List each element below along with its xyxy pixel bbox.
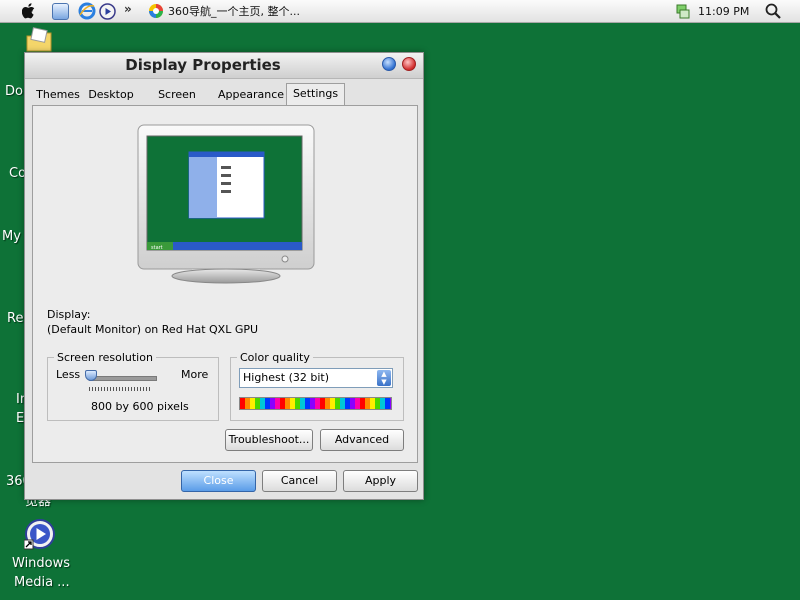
resolution-less-label: Less	[56, 368, 81, 381]
color-quality-legend: Color quality	[240, 351, 310, 364]
tab-desktop[interactable]: Desktop	[86, 85, 136, 105]
screen-resolution-legend: Screen resolution	[57, 351, 153, 364]
resolution-slider-ticks	[89, 387, 151, 391]
window-title: Display Properties	[125, 56, 281, 74]
desktop-icon-windows-media[interactable]	[23, 518, 56, 550]
network-tray-icon[interactable]	[676, 3, 690, 19]
media-player-quicklaunch-icon[interactable]	[99, 2, 116, 20]
display-label: Display:	[47, 308, 91, 321]
desktop-icon-label[interactable]: Re	[7, 311, 23, 327]
show-desktop-icon[interactable]	[52, 2, 69, 20]
taskbar-item-360[interactable]: 360导航_一个主页, 整个...	[148, 2, 300, 20]
desktop-icon-label[interactable]: My	[2, 229, 21, 245]
color-spectrum-bar	[239, 397, 392, 410]
dropdown-arrow-icon[interactable]: ▲ ▼	[377, 370, 391, 386]
media-player-icon	[23, 519, 55, 550]
display-device: (Default Monitor) on Red Hat QXL GPU	[47, 323, 259, 336]
desktop-icon-label[interactable]: Do	[5, 84, 23, 100]
browser-360-icon	[149, 4, 163, 18]
preview-start-label: start	[151, 245, 163, 251]
title-bar[interactable]: Display Properties	[25, 53, 423, 79]
apply-button[interactable]: Apply	[343, 470, 418, 492]
tab-themes[interactable]: Themes	[35, 85, 81, 105]
desktop-icon-label[interactable]: Media ...	[14, 575, 70, 591]
apple-menu-icon[interactable]	[20, 2, 38, 20]
spotlight-search-icon[interactable]	[764, 2, 782, 20]
resolution-slider-track[interactable]	[89, 376, 157, 381]
troubleshoot-button[interactable]: Troubleshoot...	[225, 429, 313, 451]
color-quality-selected: Highest (32 bit)	[243, 371, 330, 384]
resolution-more-label: More	[181, 368, 209, 381]
close-button[interactable]: Close	[181, 470, 256, 492]
display-properties-window: Display Properties Themes Desktop Screen…	[24, 52, 424, 500]
close-window-button[interactable]	[402, 57, 416, 71]
desktop-icon-label[interactable]: Windows	[12, 556, 70, 572]
tab-appearance[interactable]: Appearance	[218, 85, 284, 105]
monitor-preview: start	[137, 124, 315, 284]
clock-time[interactable]: 11:09 PM	[698, 5, 749, 18]
cancel-button[interactable]: Cancel	[262, 470, 337, 492]
color-quality-select[interactable]: Highest (32 bit) ▲ ▼	[239, 368, 393, 388]
taskbar-item-label: 360导航_一个主页, 整个...	[168, 5, 300, 18]
desktop-icon-label[interactable]: E	[16, 411, 24, 427]
clock-area: 11:09 PM	[676, 2, 749, 20]
tab-screen-saver[interactable]: Screen Saver	[142, 85, 212, 121]
overflow-chevron[interactable]: »	[124, 0, 132, 18]
top-menu-bar: » 360导航_一个主页, 整个... 11:09 PM	[0, 0, 800, 23]
advanced-button[interactable]: Advanced	[320, 429, 404, 451]
resolution-value: 800 by 600 pixels	[91, 400, 189, 413]
internet-explorer-icon[interactable]	[78, 2, 96, 20]
minimize-button[interactable]	[382, 57, 396, 71]
tab-settings[interactable]: Settings	[286, 83, 345, 105]
